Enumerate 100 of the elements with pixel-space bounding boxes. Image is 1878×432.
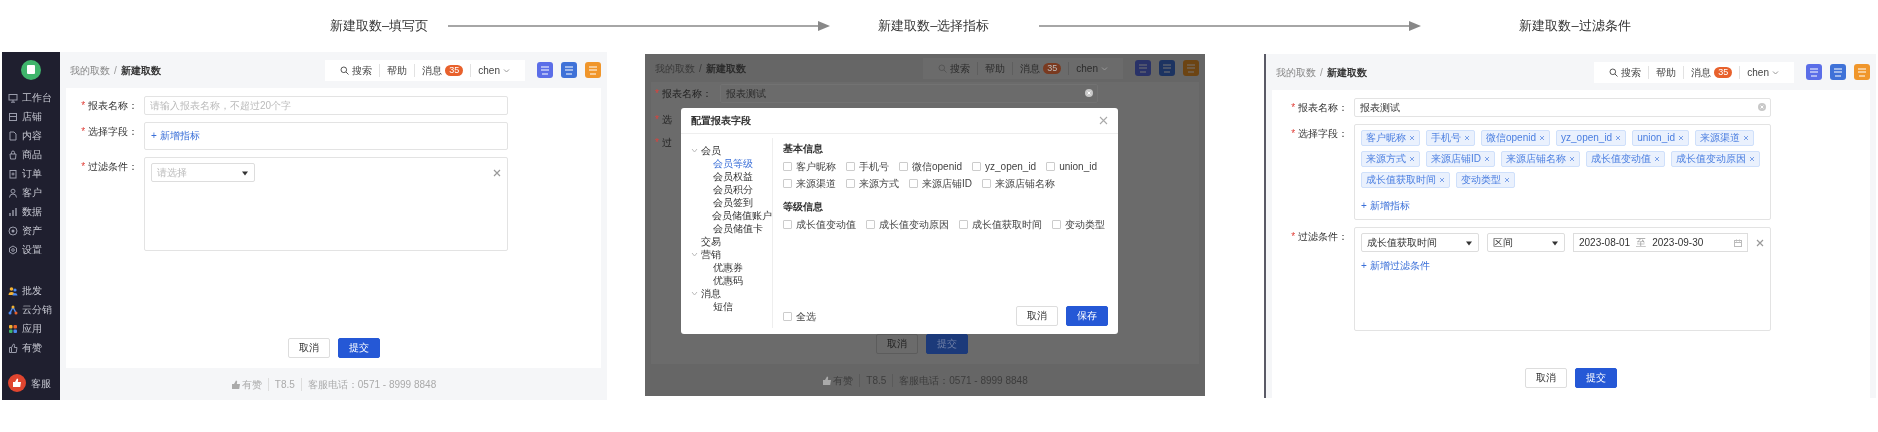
date-range-field[interactable]: 2023-08-01 至 2023-09-30 <box>1573 233 1748 252</box>
submit-button[interactable]: 提交 <box>1575 368 1617 388</box>
close-icon[interactable] <box>493 168 501 177</box>
app-icon[interactable] <box>585 62 601 78</box>
breadcrumb-link[interactable]: 我的取数 <box>70 63 110 77</box>
checkbox[interactable] <box>846 162 855 171</box>
user-menu[interactable]: chen <box>1739 65 1786 79</box>
checkbox[interactable] <box>909 179 918 188</box>
tag-field[interactable]: + 新增指标 <box>144 122 508 150</box>
tag[interactable]: union_id <box>1632 130 1689 146</box>
cancel-button[interactable]: 取消 <box>287 338 330 358</box>
tree-item[interactable]: 优惠码 <box>703 274 772 287</box>
checkbox[interactable] <box>783 311 792 321</box>
breadcrumb-link[interactable]: 我的取数 <box>1276 65 1316 79</box>
tree-item[interactable]: 会员等级 <box>703 157 772 170</box>
sidebar-item[interactable]: 订单 <box>8 164 42 183</box>
service-link[interactable]: 客服 <box>8 374 51 392</box>
messages-button[interactable]: 消息 35 <box>414 63 471 77</box>
select-field[interactable]: 区间 <box>1487 233 1565 252</box>
add-link[interactable]: + 新增指标 <box>151 128 200 144</box>
app-icon[interactable] <box>1159 60 1175 76</box>
submit-button[interactable]: 提交 <box>337 338 380 358</box>
sidebar-item[interactable]: 商品 <box>8 145 42 164</box>
tag[interactable]: 来源店铺名称 <box>1501 151 1580 167</box>
checkbox[interactable] <box>959 220 968 229</box>
help-link[interactable]: 帮助 <box>379 63 415 77</box>
tree-item[interactable]: 消息 <box>691 287 772 300</box>
close-icon[interactable] <box>1678 135 1684 141</box>
logo-icon[interactable] <box>21 60 41 80</box>
tag[interactable]: 微信openid <box>1481 130 1551 146</box>
close-icon[interactable] <box>1409 135 1415 141</box>
checkbox[interactable] <box>899 162 908 171</box>
messages-button[interactable]: 消息 35 <box>1683 65 1740 79</box>
close-icon[interactable] <box>1099 116 1108 125</box>
tag[interactable]: 成长值获取时间 <box>1361 172 1450 188</box>
sidebar-item[interactable]: 设置 <box>8 240 42 259</box>
tag[interactable]: 来源方式 <box>1361 151 1420 167</box>
close-icon[interactable] <box>1409 156 1415 162</box>
close-icon[interactable] <box>1743 135 1749 141</box>
tag[interactable]: 来源渠道 <box>1695 130 1754 146</box>
checkbox[interactable] <box>972 162 982 171</box>
checkbox[interactable] <box>1052 220 1061 229</box>
sidebar-item[interactable]: 资产 <box>8 221 42 240</box>
tree-item[interactable]: 交易 <box>691 235 772 248</box>
tree-item[interactable]: 会员 <box>691 144 772 157</box>
tag[interactable]: 来源店铺ID <box>1426 151 1495 167</box>
close-icon[interactable] <box>1654 156 1660 162</box>
checkbox[interactable] <box>982 179 991 188</box>
sidebar-item[interactable]: 应用 <box>8 319 42 338</box>
tree-item[interactable]: 优惠券 <box>703 261 772 274</box>
app-icon[interactable] <box>537 62 553 78</box>
close-icon[interactable] <box>1756 238 1764 247</box>
search-button[interactable]: 搜索 <box>1602 65 1649 79</box>
tree-item[interactable]: 会员储值卡 <box>703 222 772 235</box>
app-icon[interactable] <box>561 62 577 78</box>
sidebar-item[interactable]: 云分销 <box>8 300 52 319</box>
sidebar-item[interactable]: 客户 <box>8 183 42 202</box>
cancel-button[interactable]: 取消 <box>1525 368 1567 388</box>
tag[interactable]: 成长值变动原因 <box>1671 151 1760 167</box>
checkbox[interactable] <box>1046 162 1056 171</box>
close-icon[interactable] <box>1569 156 1575 162</box>
cancel-button[interactable]: 取消 <box>1016 306 1058 326</box>
tag[interactable]: yz_open_id <box>1556 130 1627 146</box>
tree-item[interactable]: 会员储值账户 <box>703 209 772 222</box>
tag[interactable]: 手机号 <box>1426 130 1475 146</box>
close-icon[interactable] <box>1439 177 1445 183</box>
tree-item[interactable]: 会员权益 <box>703 170 772 183</box>
tag-field[interactable]: 客户昵称 手机号 微信openid yz_open_id union_id 来源渠道 来源方式 来源店铺ID 来源店铺名称 成长值变动值 成长值变动原因 成长值获取时间 变动类型 + 新增指标 <box>1354 124 1771 220</box>
tag[interactable]: 成长值变动值 <box>1586 151 1665 167</box>
close-icon[interactable] <box>1749 156 1755 162</box>
checkbox[interactable] <box>846 179 855 188</box>
select-field[interactable]: 成长值获取时间 <box>1361 233 1479 252</box>
sidebar-item[interactable]: 有赞 <box>8 338 42 357</box>
sidebar-item[interactable]: 店铺 <box>8 107 42 126</box>
app-icon[interactable] <box>1183 60 1199 76</box>
search-button[interactable]: 搜索 <box>333 63 380 77</box>
checkbox[interactable] <box>783 179 792 188</box>
add-link[interactable]: + 新增过滤条件 <box>1361 260 1430 271</box>
sidebar-item[interactable]: 工作台 <box>8 88 52 107</box>
user-menu[interactable]: chen <box>470 63 517 77</box>
tag[interactable]: 客户昵称 <box>1361 130 1420 146</box>
text-field[interactable]: 报表测试 <box>1354 98 1771 117</box>
app-icon[interactable] <box>1854 64 1870 80</box>
checkbox[interactable] <box>866 220 875 229</box>
tree-item[interactable]: 会员签到 <box>703 196 772 209</box>
tag[interactable]: 变动类型 <box>1456 172 1515 188</box>
checkbox[interactable] <box>783 220 792 229</box>
submit-button[interactable]: 保存 <box>1066 306 1108 326</box>
app-icon[interactable] <box>1135 60 1151 76</box>
close-icon[interactable] <box>1615 135 1622 141</box>
sidebar-item[interactable]: 内容 <box>8 126 42 145</box>
app-icon[interactable] <box>1830 64 1846 80</box>
close-icon[interactable] <box>1464 135 1470 141</box>
tree-item[interactable]: 短信 <box>703 300 772 313</box>
clear-icon[interactable] <box>1084 89 1093 97</box>
add-link[interactable]: + 新增指标 <box>1361 198 1410 214</box>
sidebar-item[interactable]: 批发 <box>8 281 42 300</box>
help-link[interactable]: 帮助 <box>1648 65 1684 79</box>
close-icon[interactable] <box>1504 177 1510 183</box>
close-icon[interactable] <box>1539 135 1546 141</box>
